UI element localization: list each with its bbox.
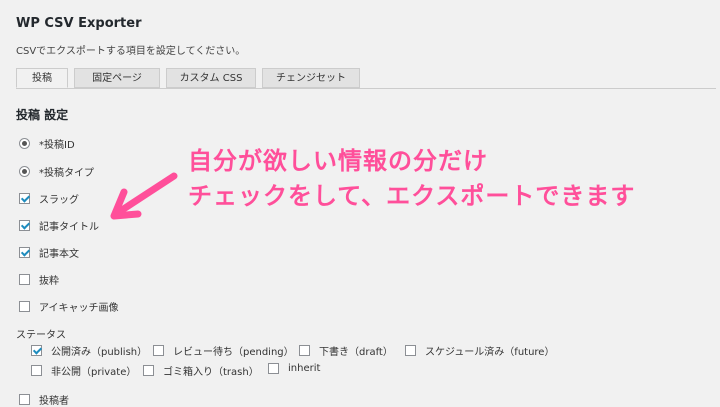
arrow-down-left-icon — [110, 172, 178, 220]
section-title: 投稿 設定 — [16, 108, 69, 122]
option-label: *投稿タイプ — [39, 168, 94, 179]
status-item-label: inherit — [288, 363, 321, 374]
annotation-line-2: チェックをして、エクスポートできます — [188, 182, 636, 210]
checkbox-pending[interactable] — [153, 345, 164, 356]
option-label: アイキャッチ画像 — [39, 303, 119, 314]
page-description: CSVでエクスポートする項目を設定してください。 — [16, 46, 246, 57]
radio-post-type[interactable] — [19, 166, 30, 177]
status-trash[interactable]: ゴミ箱入り（trash） — [143, 363, 259, 378]
status-inherit[interactable]: inherit — [268, 363, 320, 374]
checkbox-thumbnail[interactable] — [19, 301, 30, 312]
annotation-line-1: 自分が欲しい情報の分だけ — [188, 147, 488, 175]
option-post-type[interactable]: *投稿タイプ — [19, 164, 94, 179]
status-future[interactable]: スケジュール済み（future） — [405, 343, 554, 358]
status-item-label: スケジュール済み（future） — [425, 347, 555, 358]
radio-post-id[interactable] — [19, 138, 30, 149]
checkbox-private[interactable] — [31, 365, 42, 376]
status-publish[interactable]: 公開済み（publish） — [31, 343, 147, 358]
option-label: *投稿ID — [39, 140, 75, 151]
option-post-id[interactable]: *投稿ID — [19, 136, 75, 151]
checkbox-title[interactable] — [19, 220, 30, 231]
checkbox-slug[interactable] — [19, 193, 30, 204]
checkbox-trash[interactable] — [143, 365, 154, 376]
status-private[interactable]: 非公開（private） — [31, 363, 136, 378]
status-item-label: 下書き（draft） — [319, 347, 393, 358]
page-title: WP CSV Exporter — [16, 16, 142, 31]
option-label: スラッグ — [39, 195, 79, 206]
status-pending[interactable]: レビュー待ち（pending） — [153, 343, 294, 358]
option-title[interactable]: 記事タイトル — [19, 218, 99, 233]
option-label: 抜粋 — [39, 276, 59, 287]
tab-bar: 投稿 固定ページ カスタム CSS チェンジセット — [16, 68, 360, 88]
option-label: 記事本文 — [39, 249, 79, 260]
status-draft[interactable]: 下書き（draft） — [299, 343, 393, 358]
tab-divider — [16, 88, 716, 89]
status-item-label: ゴミ箱入り（trash） — [163, 367, 259, 378]
checkbox-inherit[interactable] — [268, 363, 279, 374]
option-excerpt[interactable]: 抜粋 — [19, 272, 59, 287]
checkbox-publish[interactable] — [31, 345, 42, 356]
option-thumbnail[interactable]: アイキャッチ画像 — [19, 299, 119, 314]
tab-posts[interactable]: 投稿 — [16, 68, 68, 88]
option-slug[interactable]: スラッグ — [19, 191, 79, 206]
status-label: ステータス — [16, 330, 66, 341]
status-item-label: 公開済み（publish） — [51, 347, 148, 358]
option-content[interactable]: 記事本文 — [19, 245, 79, 260]
tab-pages[interactable]: 固定ページ — [74, 68, 160, 88]
checkbox-future[interactable] — [405, 345, 416, 356]
status-item-label: レビュー待ち（pending） — [173, 347, 294, 358]
checkbox-content[interactable] — [19, 247, 30, 258]
option-label: 記事タイトル — [39, 222, 99, 233]
checkbox-draft[interactable] — [299, 345, 310, 356]
status-item-label: 非公開（private） — [51, 367, 137, 378]
checkbox-excerpt[interactable] — [19, 274, 30, 285]
tab-custom-css[interactable]: カスタム CSS — [166, 68, 256, 88]
tab-changeset[interactable]: チェンジセット — [262, 68, 360, 88]
